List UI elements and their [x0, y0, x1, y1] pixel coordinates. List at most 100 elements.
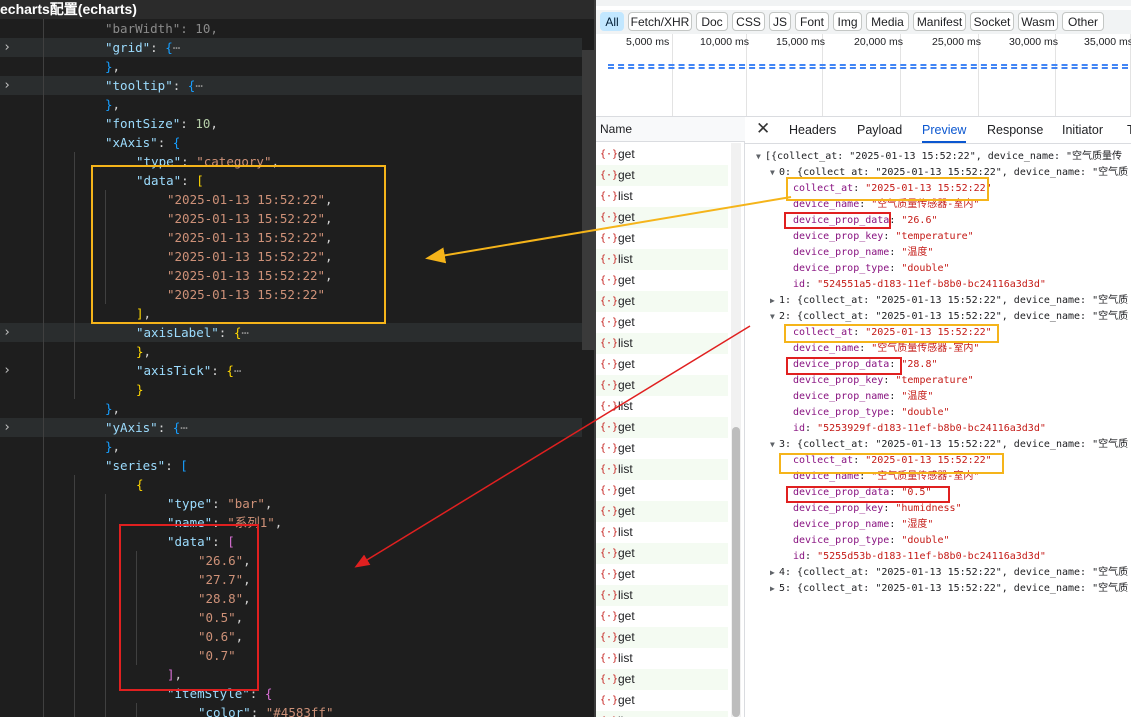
filter-chip-css[interactable]: CSS — [732, 12, 765, 31]
code-line[interactable]: "26.6", — [0, 551, 582, 570]
filter-chip-fetch-xhr[interactable]: Fetch/XHR — [628, 12, 692, 31]
tab-initiator[interactable]: Initiator — [1062, 117, 1103, 143]
tab-preview[interactable]: Preview — [922, 117, 967, 143]
filter-chip-all[interactable]: All — [600, 12, 624, 31]
expand-down-icon[interactable]: ▼ — [756, 149, 761, 165]
code-line[interactable]: › "yAxis": {⋯ — [0, 418, 582, 437]
preview-line[interactable]: ▼ 2: {collect_at: "2025-01-13 15:52:22", … — [745, 309, 1131, 325]
code-line[interactable]: › "tooltip": {⋯ — [0, 76, 582, 95]
code-line[interactable]: "type": "bar", — [0, 494, 582, 513]
request-row[interactable]: {·} get — [596, 144, 728, 165]
request-row[interactable]: {·} get — [596, 480, 728, 501]
code-line[interactable]: "27.7", — [0, 570, 582, 589]
filter-chip-media[interactable]: Media — [866, 12, 909, 31]
code-line[interactable]: } — [0, 380, 582, 399]
request-row[interactable]: {·} get — [596, 207, 728, 228]
request-row[interactable]: {·} get — [596, 627, 728, 648]
preview-line[interactable]: ▶ 1: {collect_at: "2025-01-13 15:52:22", … — [745, 293, 1131, 309]
fold-chevron-icon[interactable]: › — [1, 361, 13, 380]
request-row[interactable]: {·} get — [596, 690, 728, 711]
name-column-header[interactable]: Name — [596, 117, 748, 142]
request-row[interactable]: {·} get — [596, 375, 728, 396]
fold-chevron-icon[interactable]: › — [1, 38, 13, 57]
request-row[interactable]: {·} get — [596, 228, 728, 249]
indent-guide — [105, 684, 106, 703]
tab-response[interactable]: Response — [987, 117, 1043, 143]
request-row[interactable]: {·} get — [596, 270, 728, 291]
expand-right-icon[interactable]: ▶ — [770, 293, 775, 309]
fold-chevron-icon[interactable]: › — [1, 76, 13, 95]
request-row[interactable]: {·} get — [596, 543, 728, 564]
expand-down-icon[interactable]: ▼ — [770, 309, 775, 325]
filter-chip-doc[interactable]: Doc — [696, 12, 728, 31]
filter-chip-other[interactable]: Other — [1062, 12, 1104, 31]
request-row[interactable]: {·}list — [596, 585, 728, 606]
request-row[interactable]: {·} get — [596, 438, 728, 459]
preview-line[interactable]: ▶ 5: {collect_at: "2025-01-13 15:52:22", … — [745, 581, 1131, 597]
fold-chevron-icon[interactable]: › — [1, 418, 13, 437]
expand-right-icon[interactable]: ▶ — [770, 581, 775, 597]
code-line[interactable]: ], — [0, 665, 582, 684]
request-row[interactable]: {·}list — [596, 249, 728, 270]
editor-scrollbar[interactable] — [582, 50, 594, 350]
filter-chip-js[interactable]: JS — [769, 12, 791, 31]
code-line[interactable]: "itemStyle": { — [0, 684, 582, 703]
code-editor[interactable]: echarts配置(echarts) "barWidth": 10, › "grid… — [0, 0, 595, 717]
filter-chip-font[interactable]: Font — [795, 12, 829, 31]
close-detail-icon[interactable]: ✕ — [756, 118, 770, 140]
code-line[interactable]: "fontSize": 10, — [0, 114, 582, 133]
request-row[interactable]: {·}list — [596, 333, 728, 354]
tab-payload[interactable]: Payload — [857, 117, 902, 143]
expand-down-icon[interactable]: ▼ — [770, 437, 775, 453]
request-row[interactable]: {·} get — [596, 417, 728, 438]
filter-chip-wasm[interactable]: Wasm — [1018, 12, 1058, 31]
code-line[interactable]: "name": "系列1", — [0, 513, 582, 532]
code-line[interactable]: { — [0, 475, 582, 494]
request-row[interactable]: {·} get — [596, 354, 728, 375]
tab-t[interactable]: T — [1127, 117, 1131, 143]
filter-chip-img[interactable]: Img — [833, 12, 862, 31]
request-row[interactable]: {·} get — [596, 669, 728, 690]
request-row[interactable]: {·} get — [596, 312, 728, 333]
request-row[interactable]: {·} get — [596, 564, 728, 585]
code-line[interactable]: "color": "#4583ff" — [0, 703, 582, 717]
preview-line[interactable]: ▶ 4: {collect_at: "2025-01-13 15:52:22", … — [745, 565, 1131, 581]
request-row[interactable]: {·} get — [596, 501, 728, 522]
preview-line[interactable]: ▼ 3: {collect_at: "2025-01-13 15:52:22", … — [745, 437, 1131, 453]
request-row[interactable]: {·} get — [596, 291, 728, 312]
preview-line[interactable]: ▼ [{collect_at: "2025-01-13 15:52:22", de… — [745, 149, 1131, 165]
code-line[interactable]: › "axisTick": {⋯ — [0, 361, 582, 380]
code-line[interactable]: }, — [0, 399, 582, 418]
network-timeline-overview[interactable]: 5,000 ms 10,000 ms 15,000 ms 20,000 ms 25,00… — [596, 34, 1131, 117]
request-row[interactable]: {·}list — [596, 186, 728, 207]
code-line[interactable]: › "grid": {⋯ — [0, 38, 582, 57]
code-line[interactable]: }, — [0, 437, 582, 456]
code-line[interactable]: "0.6", — [0, 627, 582, 646]
code-line[interactable]: "xAxis": { — [0, 133, 582, 152]
code-line[interactable]: "0.5", — [0, 608, 582, 627]
code-line[interactable]: "28.8", — [0, 589, 582, 608]
fold-chevron-icon[interactable]: › — [1, 323, 13, 342]
code-line[interactable]: }, — [0, 57, 582, 76]
filter-input[interactable] — [596, 0, 1131, 6]
code-line[interactable]: "barWidth": 10, — [0, 19, 582, 38]
filter-chip-manifest[interactable]: Manifest — [913, 12, 966, 31]
code-line[interactable]: }, — [0, 342, 582, 361]
code-line[interactable]: "data": [ — [0, 532, 582, 551]
request-row[interactable]: {·}list — [596, 396, 728, 417]
code-line[interactable]: › "axisLabel": {⋯ — [0, 323, 582, 342]
request-row[interactable]: {·} get — [596, 165, 728, 186]
request-row[interactable]: {·}list — [596, 459, 728, 480]
code-line[interactable]: "series": [ — [0, 456, 582, 475]
request-row[interactable]: {·} get — [596, 606, 728, 627]
request-row[interactable]: {·}list — [596, 648, 728, 669]
request-row[interactable]: {·}list — [596, 522, 728, 543]
filter-chip-socket[interactable]: Socket — [970, 12, 1014, 31]
expand-down-icon[interactable]: ▼ — [770, 165, 775, 181]
code-line[interactable]: }, — [0, 95, 582, 114]
code-line[interactable]: "0.7" — [0, 646, 582, 665]
request-row[interactable]: {·}list — [596, 711, 728, 717]
expand-right-icon[interactable]: ▶ — [770, 565, 775, 581]
request-list-scroll-thumb[interactable] — [732, 427, 740, 717]
tab-headers[interactable]: Headers — [789, 117, 836, 143]
